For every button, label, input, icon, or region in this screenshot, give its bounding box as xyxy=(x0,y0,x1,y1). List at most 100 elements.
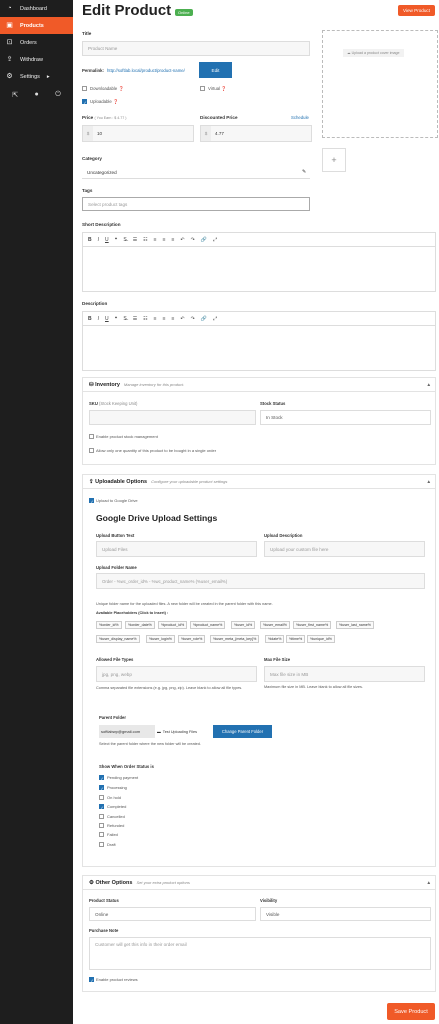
bullet-list-icon[interactable]: ☰ xyxy=(133,316,137,322)
max-size-input[interactable]: Max file size in MB xyxy=(264,666,425,682)
status-checkbox[interactable] xyxy=(99,832,104,837)
quote-icon[interactable]: ❝ xyxy=(115,316,118,322)
strike-icon[interactable]: S̶ xyxy=(123,237,126,243)
align-right-icon[interactable]: ≡ xyxy=(172,237,175,243)
sidebar-item-withdraw[interactable]: ⇪ Withdraw xyxy=(0,51,73,68)
manage-stock-checkbox[interactable] xyxy=(89,434,94,439)
purchase-note-input[interactable]: Customer will get this info in their ord… xyxy=(89,937,431,970)
upload-image-button[interactable]: ☁ Upload a product cover image xyxy=(343,49,404,57)
placeholder-tag[interactable]: %user_first_name% xyxy=(293,621,332,629)
placeholder-tag[interactable]: %order_id% xyxy=(96,621,122,629)
align-center-icon[interactable]: ≡ xyxy=(163,316,166,322)
file-types-input[interactable]: jpg, png, webp xyxy=(96,666,257,682)
stock-status-select[interactable]: In Stock xyxy=(260,410,431,425)
google-drive-checkbox[interactable] xyxy=(89,498,94,504)
link-icon[interactable]: 🔗 xyxy=(201,237,207,243)
add-gallery-image-button[interactable]: + xyxy=(322,148,346,172)
undo-icon[interactable]: ↶ xyxy=(180,316,184,322)
chevron-up-icon[interactable]: ▴ xyxy=(427,880,430,886)
status-checkbox[interactable] xyxy=(99,775,104,781)
sku-input[interactable] xyxy=(89,410,256,425)
visibility-select[interactable]: Visible xyxy=(260,907,431,921)
placeholder-tag[interactable]: %order_date% xyxy=(125,621,155,629)
view-product-button[interactable]: View Product xyxy=(398,5,435,16)
fullscreen-icon[interactable]: ⤢ xyxy=(213,237,217,243)
edit-permalink-button[interactable]: Edit xyxy=(199,62,232,78)
tags-input[interactable]: Select product tags xyxy=(82,197,310,211)
permalink-url[interactable]: http://softlab.local/product/product-nam… xyxy=(107,68,185,73)
placeholder-tag[interactable]: %user_email% xyxy=(260,621,290,629)
redo-icon[interactable]: ↷ xyxy=(191,316,195,322)
upload-description-input[interactable]: Upload your custom file here xyxy=(264,541,425,557)
status-checkbox[interactable] xyxy=(99,795,104,800)
placeholder-tag[interactable]: %unique_id% xyxy=(307,635,335,643)
placeholder-tag[interactable]: %product_id% xyxy=(158,621,188,629)
align-left-icon[interactable]: ≡ xyxy=(154,237,157,243)
change-parent-folder-button[interactable]: Change Parent Folder xyxy=(213,725,272,738)
placeholder-tag[interactable]: %time% xyxy=(286,635,306,643)
folder-name-input[interactable]: Order - %wc_order_id% - %wc_product_name… xyxy=(96,573,425,589)
uploadable-checkbox[interactable] xyxy=(82,99,87,105)
chevron-up-icon[interactable]: ▴ xyxy=(427,382,430,388)
undo-icon[interactable]: ↶ xyxy=(180,237,184,243)
short-description-editor[interactable]: B I U ❝ S̶ ☰ ☷ ≡ ≡ ≡ ↶ ↷ 🔗 ⤢ xyxy=(82,232,436,292)
status-checkbox[interactable] xyxy=(99,842,104,847)
external-link-icon[interactable]: ⇱ xyxy=(12,91,18,99)
other-options-header[interactable]: ⚙ Other Options Set your extra product op… xyxy=(83,876,435,890)
placeholder-tag[interactable]: %product_name% xyxy=(190,621,226,629)
placeholder-tag[interactable]: %user_role% xyxy=(178,635,206,643)
underline-icon[interactable]: U xyxy=(105,237,109,243)
status-checkbox[interactable] xyxy=(99,804,104,810)
sku-label: SKU (Stock Keeping Unit) xyxy=(89,401,138,406)
placeholder-tag[interactable]: %user_display_name% xyxy=(96,635,140,643)
placeholder-tag[interactable]: %user_id% xyxy=(231,621,256,629)
status-checkbox[interactable] xyxy=(99,814,104,819)
title-input[interactable]: Product Name xyxy=(82,41,310,56)
sold-individually-checkbox[interactable] xyxy=(89,448,94,453)
bullet-list-icon[interactable]: ☰ xyxy=(133,237,137,243)
save-product-button[interactable]: Save Product xyxy=(387,1003,435,1020)
link-icon[interactable]: 🔗 xyxy=(201,316,207,322)
sidebar-item-orders[interactable]: ⊡ Orders xyxy=(0,34,73,51)
strike-icon[interactable]: S̶ xyxy=(123,316,126,322)
placeholder-tag[interactable]: %user_login% xyxy=(146,635,175,643)
schedule-link[interactable]: Schedule xyxy=(291,115,309,120)
placeholder-tag[interactable]: %date% xyxy=(265,635,285,643)
italic-icon[interactable]: I xyxy=(98,237,99,243)
user-icon[interactable]: ● xyxy=(35,91,39,99)
discount-input[interactable]: $4.77 xyxy=(200,125,312,142)
sidebar-item-products[interactable]: ▣ Products xyxy=(0,17,73,34)
category-select[interactable]: Uncategorized xyxy=(82,167,310,179)
align-right-icon[interactable]: ≡ xyxy=(172,316,175,322)
sidebar-item-settings[interactable]: ⚙ Settings ▸ xyxy=(0,68,73,85)
redo-icon[interactable]: ↷ xyxy=(191,237,195,243)
underline-icon[interactable]: U xyxy=(105,316,109,322)
placeholder-tag[interactable]: %user_meta_{meta_key}% xyxy=(210,635,260,643)
inventory-header[interactable]: ⛁ Inventory Manage inventory for this pro… xyxy=(83,378,435,392)
sidebar-item-dashboard[interactable]: ◔ Dashboard xyxy=(0,0,73,17)
price-input[interactable]: $10 xyxy=(82,125,194,142)
enable-reviews-checkbox[interactable] xyxy=(89,977,94,983)
number-list-icon[interactable]: ☷ xyxy=(143,316,147,322)
bold-icon[interactable]: B xyxy=(88,237,92,243)
placeholder-tag[interactable]: %user_last_name% xyxy=(336,621,374,629)
downloadable-checkbox[interactable] xyxy=(82,86,87,91)
uploadable-header[interactable]: ⇪ Uploadable Options Configure your uploa… xyxy=(83,475,435,489)
number-list-icon[interactable]: ☷ xyxy=(143,237,147,243)
description-editor[interactable]: B I U ❝ S̶ ☰ ☷ ≡ ≡ ≡ ↶ ↷ 🔗 ⤢ xyxy=(82,311,436,371)
power-icon[interactable]: ⏻ xyxy=(55,91,61,99)
status-checkbox[interactable] xyxy=(99,785,104,791)
product-status-select[interactable]: Online xyxy=(89,907,256,921)
bold-icon[interactable]: B xyxy=(88,316,92,322)
status-checkbox[interactable] xyxy=(99,823,104,828)
image-dropzone[interactable]: ☁ Upload a product cover image xyxy=(322,30,438,138)
align-left-icon[interactable]: ≡ xyxy=(154,316,157,322)
edit-icon[interactable]: ✎ xyxy=(302,169,306,175)
button-text-input[interactable]: Upload Files xyxy=(96,541,257,557)
quote-icon[interactable]: ❝ xyxy=(115,237,118,243)
italic-icon[interactable]: I xyxy=(98,316,99,322)
align-center-icon[interactable]: ≡ xyxy=(163,237,166,243)
fullscreen-icon[interactable]: ⤢ xyxy=(213,316,217,322)
virtual-checkbox[interactable] xyxy=(200,86,205,91)
chevron-up-icon[interactable]: ▴ xyxy=(427,479,430,485)
